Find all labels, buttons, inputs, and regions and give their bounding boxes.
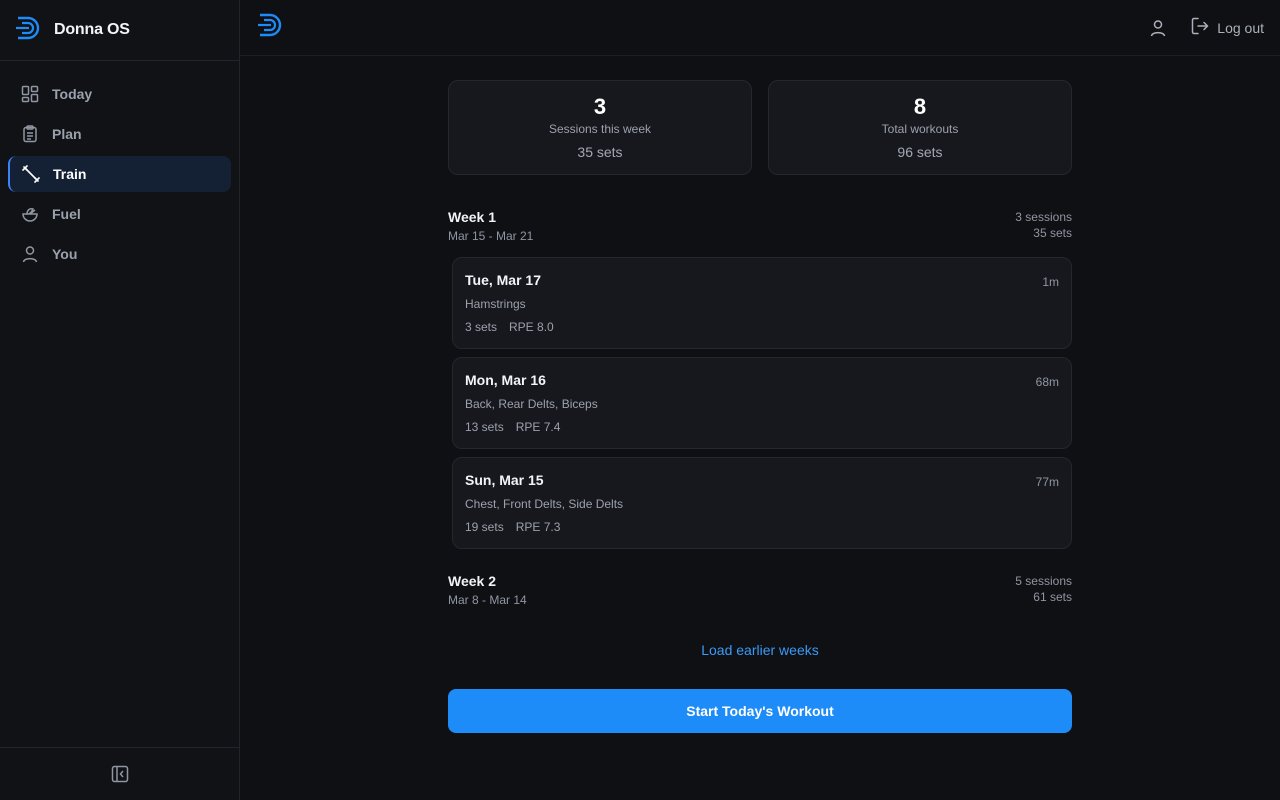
- session-rpe: RPE 7.4: [515, 420, 561, 434]
- donna-logo-icon: [14, 13, 44, 48]
- sidebar-item-train[interactable]: Train: [8, 156, 231, 192]
- logout-label: Log out: [1217, 19, 1264, 36]
- stat-card-total: 8 Total workouts 96 sets: [768, 80, 1072, 175]
- sidebar-nav: Today Plan Train Fuel You: [0, 61, 239, 272]
- session-metrics: 3 sets RPE 8.0: [465, 320, 1059, 334]
- topbar: Log out: [240, 0, 1280, 56]
- load-earlier-weeks-link[interactable]: Load earlier weeks: [448, 642, 1072, 658]
- session-rpe: RPE 7.3: [515, 520, 561, 534]
- week-sets-count: 35 sets: [1033, 226, 1072, 240]
- session-sets: 19 sets: [465, 520, 504, 534]
- train-content: 3 Sessions this week 35 sets 8 Total wor…: [448, 80, 1072, 733]
- session-duration: 68m: [1035, 375, 1059, 389]
- stat-sub: 96 sets: [897, 144, 943, 160]
- sidebar-item-label: You: [52, 246, 78, 262]
- week-header[interactable]: Week 2 Mar 8 - Mar 14 5 sessions 61 sets: [448, 573, 1072, 607]
- session-list: Tue, Mar 17 1m Hamstrings 3 sets RPE 8.0…: [448, 257, 1072, 549]
- stat-value: 8: [913, 94, 927, 119]
- sidebar-item-label: Today: [52, 86, 93, 102]
- session-rpe: RPE 8.0: [509, 320, 554, 334]
- sidebar-item-label: Plan: [52, 126, 82, 142]
- main-area: Log out 3 Sessions this week 35 sets 8 T…: [240, 0, 1280, 800]
- topbar-actions: Log out: [1147, 17, 1264, 39]
- week-header[interactable]: Week 1 Mar 15 - Mar 21 3 sessions 35 set…: [448, 209, 1072, 243]
- week-sets-count: 61 sets: [1033, 590, 1072, 604]
- session-duration: 77m: [1035, 475, 1059, 489]
- week-sessions-count: 3 sessions: [1015, 210, 1072, 224]
- session-muscles: Back, Rear Delts, Biceps: [465, 397, 598, 411]
- logout-icon: [1191, 17, 1209, 38]
- session-date: Tue, Mar 17: [465, 272, 541, 288]
- dumbbell-icon: [22, 165, 40, 183]
- collapse-sidebar-icon[interactable]: [110, 764, 130, 784]
- session-date: Sun, Mar 15: [465, 472, 544, 488]
- session-card[interactable]: Tue, Mar 17 1m Hamstrings 3 sets RPE 8.0: [452, 257, 1072, 349]
- week-range: Mar 8 - Mar 14: [448, 593, 527, 607]
- session-metrics: 13 sets RPE 7.4: [465, 420, 1059, 434]
- week-meta: 3 sessions 35 sets: [1015, 209, 1072, 243]
- sidebar-item-label: Train: [53, 166, 87, 182]
- session-muscles: Chest, Front Delts, Side Delts: [465, 497, 624, 511]
- week-sessions-count: 5 sessions: [1015, 574, 1072, 588]
- session-card[interactable]: Mon, Mar 16 68m Back, Rear Delts, Biceps…: [452, 357, 1072, 449]
- stat-card-sessions: 3 Sessions this week 35 sets: [448, 80, 752, 175]
- session-card[interactable]: Sun, Mar 15 77m Chest, Front Delts, Side…: [452, 457, 1072, 549]
- logout-button[interactable]: Log out: [1191, 17, 1264, 38]
- sidebar-item-label: Fuel: [52, 206, 81, 222]
- sidebar-item-fuel[interactable]: Fuel: [8, 196, 231, 232]
- sidebar-item-today[interactable]: Today: [8, 76, 231, 112]
- sidebar: Donna OS Today Plan Train Fuel You: [0, 0, 240, 800]
- week-meta: 5 sessions 61 sets: [1015, 573, 1072, 607]
- donna-logo-icon[interactable]: [256, 10, 286, 45]
- session-sets: 3 sets: [465, 320, 498, 334]
- week-range: Mar 15 - Mar 21: [448, 229, 534, 243]
- salad-bowl-icon: [21, 205, 39, 223]
- start-workout-button[interactable]: Start Today's Workout: [448, 689, 1072, 733]
- sidebar-item-you[interactable]: You: [8, 236, 231, 272]
- session-muscles: Hamstrings: [465, 297, 526, 311]
- sidebar-footer: [0, 747, 239, 800]
- stat-label: Sessions this week: [548, 122, 652, 136]
- clipboard-icon: [21, 125, 39, 143]
- session-sets: 13 sets: [465, 420, 504, 434]
- user-icon: [21, 245, 39, 263]
- stat-value: 3: [593, 94, 607, 119]
- session-duration: 1m: [1042, 275, 1059, 289]
- sidebar-item-plan[interactable]: Plan: [8, 116, 231, 152]
- dashboard-grid-icon: [21, 85, 39, 103]
- stat-sub: 35 sets: [577, 144, 623, 160]
- session-metrics: 19 sets RPE 7.3: [465, 520, 1059, 534]
- week-title: Week 1: [448, 209, 496, 225]
- brand[interactable]: Donna OS: [0, 0, 239, 61]
- profile-icon[interactable]: [1147, 17, 1169, 39]
- session-date: Mon, Mar 16: [465, 372, 546, 388]
- week-title: Week 2: [448, 573, 496, 589]
- brand-name: Donna OS: [54, 21, 130, 38]
- stats-row: 3 Sessions this week 35 sets 8 Total wor…: [448, 80, 1072, 175]
- stat-label: Total workouts: [881, 122, 959, 136]
